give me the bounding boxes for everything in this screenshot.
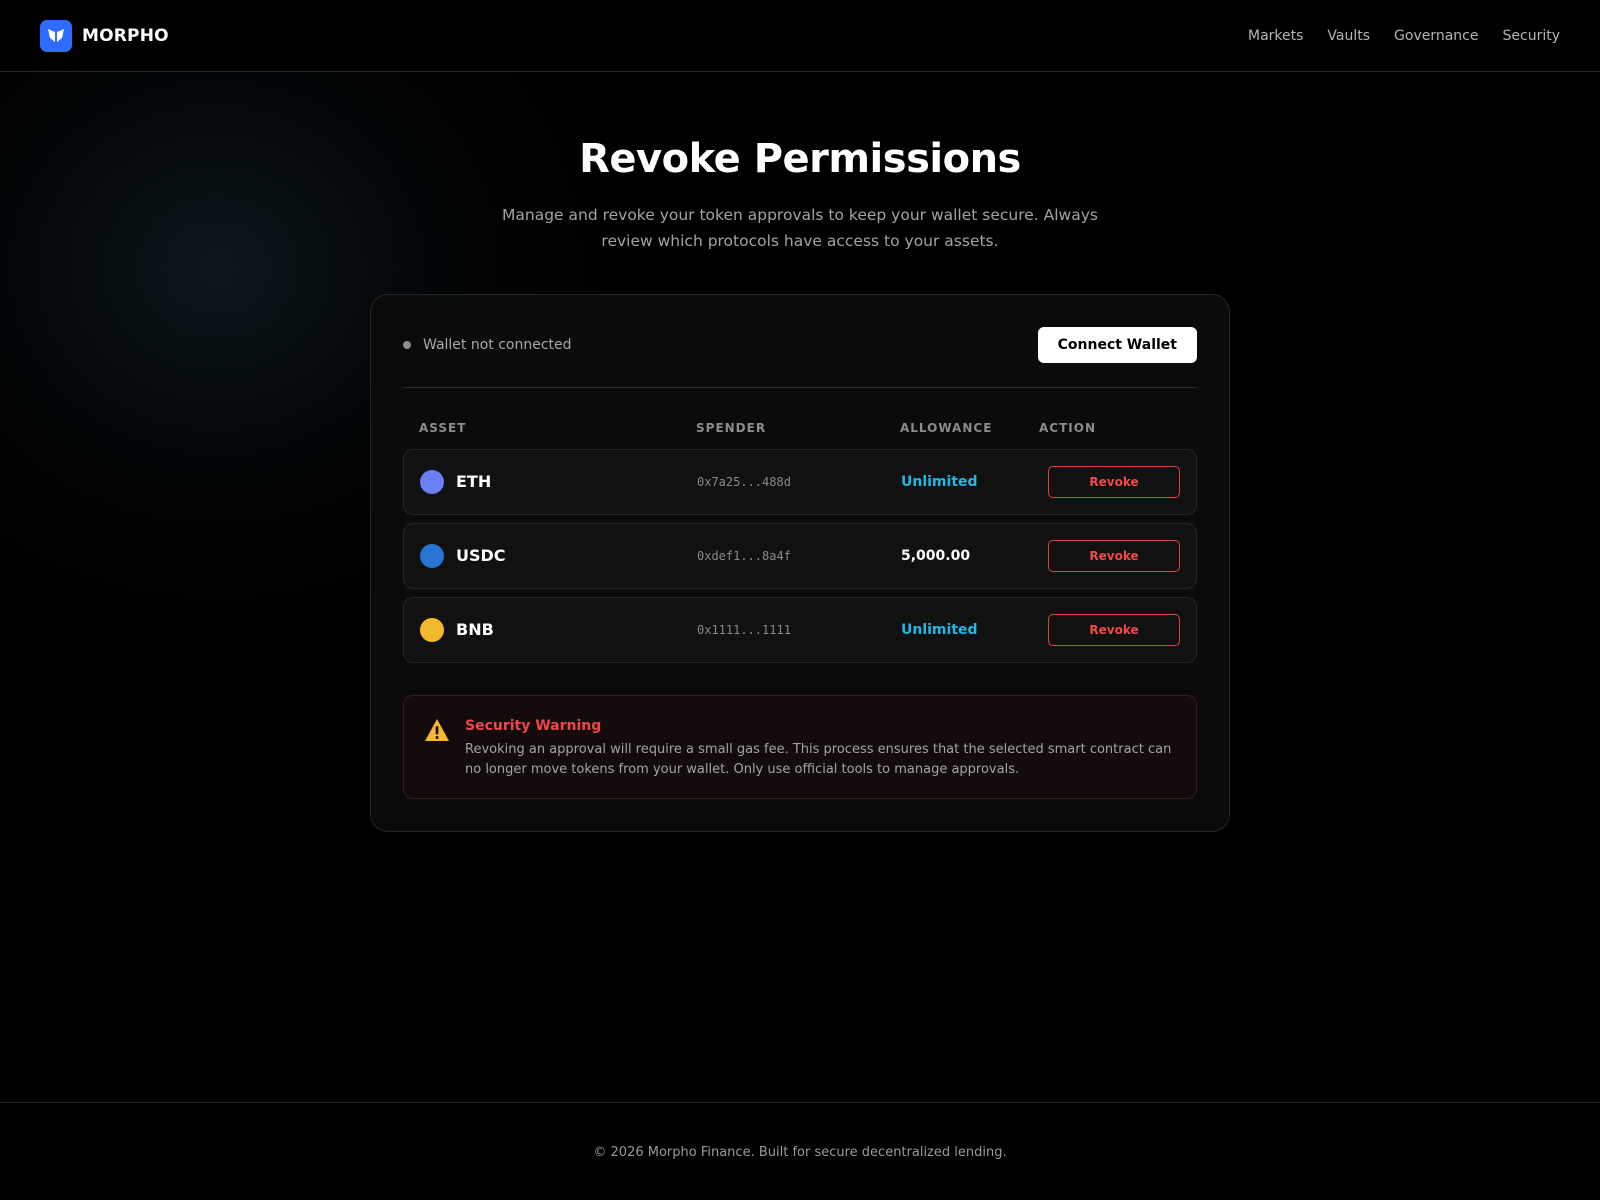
warning-triangle-icon	[425, 719, 449, 741]
bnb-token-icon	[420, 618, 444, 642]
table-header: ASSET SPENDER ALLOWANCE ACTION	[371, 421, 1231, 437]
table-row: USDC 0xdef1...8a4f 5,000.00 Revoke	[403, 523, 1197, 589]
permissions-card: Wallet not connected Connect Wallet ASSE…	[370, 294, 1230, 832]
allowance-value: Unlimited	[901, 622, 978, 638]
wallet-status: Wallet not connected	[403, 337, 572, 353]
allowance-value: Unlimited	[901, 474, 978, 490]
usdc-token-icon	[420, 544, 444, 568]
status-dot-icon	[403, 341, 411, 349]
revoke-button[interactable]: Revoke	[1048, 540, 1180, 572]
asset-symbol: USDC	[456, 546, 506, 565]
page-subtitle: Manage and revoke your token approvals t…	[502, 206, 1098, 250]
warning-text: Revoking an approval will require a smal…	[465, 742, 1172, 777]
nav-governance[interactable]: Governance	[1394, 28, 1478, 44]
security-warning: Security Warning Revoking an approval wi…	[403, 695, 1197, 799]
allowance-value: 5,000.00	[901, 548, 971, 564]
morpho-logo-icon	[40, 19, 72, 52]
page-title: Revoke Permissions	[579, 136, 1021, 182]
nav-markets[interactable]: Markets	[1248, 28, 1303, 44]
connect-wallet-button[interactable]: Connect Wallet	[1037, 327, 1197, 363]
wallet-status-row: Wallet not connected Connect Wallet	[403, 327, 1197, 363]
column-header-action: ACTION	[1039, 421, 1096, 435]
column-header-allowance: ALLOWANCE	[900, 421, 993, 435]
column-header-asset: ASSET	[419, 421, 467, 435]
asset-symbol: ETH	[456, 472, 492, 491]
top-header: MORPHO Markets Vaults Governance Securit…	[0, 0, 1600, 72]
nav-security[interactable]: Security	[1503, 28, 1561, 44]
main-nav: Markets Vaults Governance Security	[1248, 28, 1560, 44]
footer: © 2026 Morpho Finance. Built for secure …	[0, 1102, 1600, 1200]
revoke-button[interactable]: Revoke	[1048, 466, 1180, 498]
spender-address: 0xdef1...8a4f	[697, 549, 791, 563]
brand[interactable]: MORPHO	[40, 19, 169, 52]
nav-vaults[interactable]: Vaults	[1327, 28, 1370, 44]
divider	[403, 387, 1197, 388]
asset-symbol: BNB	[456, 620, 494, 639]
warning-title: Security Warning	[465, 718, 602, 734]
wallet-status-text: Wallet not connected	[423, 337, 572, 353]
spender-address: 0x7a25...488d	[697, 475, 791, 489]
brand-name: MORPHO	[82, 25, 169, 46]
table-row: ETH 0x7a25...488d Unlimited Revoke	[403, 449, 1197, 515]
footer-text: © 2026 Morpho Finance. Built for secure …	[593, 1145, 1007, 1160]
eth-token-icon	[420, 470, 444, 494]
column-header-spender: SPENDER	[696, 421, 767, 435]
table-row: BNB 0x1111...1111 Unlimited Revoke	[403, 597, 1197, 663]
revoke-button[interactable]: Revoke	[1048, 614, 1180, 646]
spender-address: 0x1111...1111	[697, 623, 791, 637]
